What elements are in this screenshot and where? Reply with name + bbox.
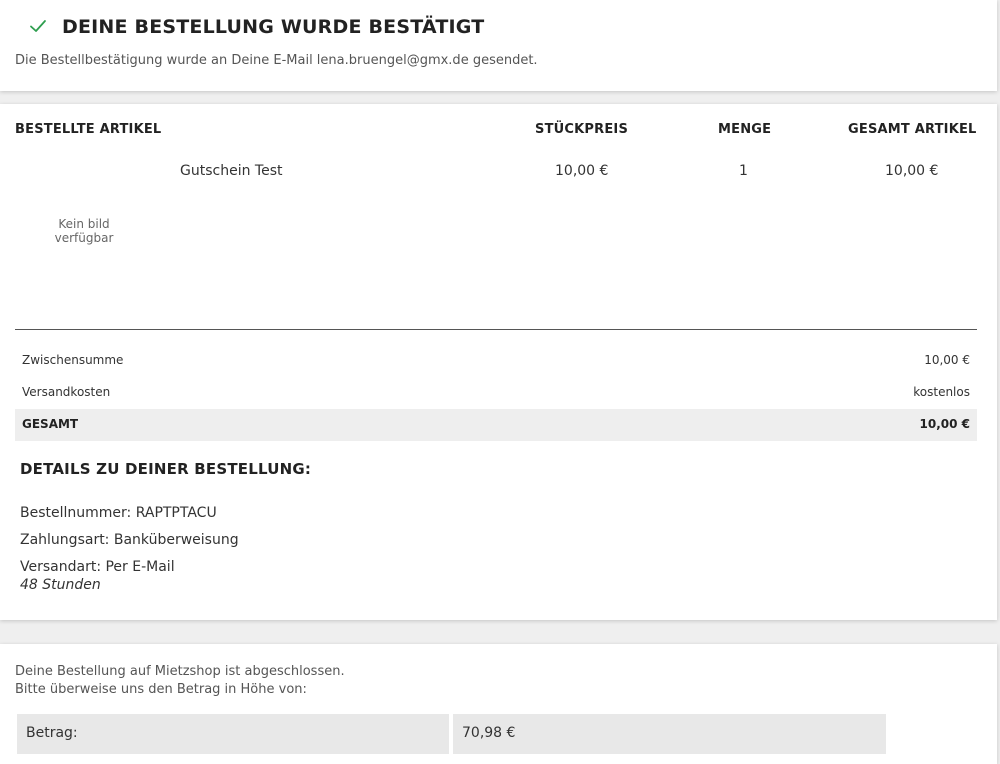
shipping-method: Versandart: Per E-Mail <box>20 559 175 575</box>
product-name: Gutschein Test <box>180 163 283 179</box>
order-card: BESTELLTE ARTIKEL STÜCKPREIS MENGE GESAM… <box>0 104 997 620</box>
amount-value-cell: 70,98 € <box>453 714 886 754</box>
subtotal-label: Zwischensumme <box>22 353 124 367</box>
subtotal-value: 10,00 € <box>924 353 970 367</box>
transfer-instruction-text: Bitte überweise uns den Betrag in Höhe v… <box>15 682 307 697</box>
shipping-value: kostenlos <box>913 385 970 399</box>
confirmation-subtitle: Die Bestellbestätigung wurde an Deine E-… <box>15 53 538 68</box>
confirmation-card: DEINE BESTELLUNG WURDE BESTÄTIGT Die Bes… <box>0 0 997 91</box>
shipping-duration: 48 Stunden <box>20 577 101 593</box>
details-heading: DETAILS ZU DEINER BESTELLUNG: <box>20 460 312 478</box>
amount-label: Betrag: <box>26 725 78 741</box>
header-quantity: MENGE <box>718 122 772 137</box>
subtotal-row: Zwischensumme 10,00 € <box>15 345 977 377</box>
product-image-placeholder: Kein bild verfügbar <box>54 217 114 245</box>
product-quantity: 1 <box>739 163 748 179</box>
table-divider <box>15 329 977 330</box>
amount-value: 70,98 € <box>462 725 516 741</box>
payment-method: Zahlungsart: Banküberweisung <box>20 532 239 548</box>
payment-info-card: Deine Bestellung auf Mietzshop ist abges… <box>0 644 997 764</box>
order-number: Bestellnummer: RAPTPTACU <box>20 505 217 521</box>
product-total: 10,00 € <box>885 163 939 179</box>
confirmation-title: DEINE BESTELLUNG WURDE BESTÄTIGT <box>62 16 485 38</box>
header-item-total: GESAMT ARTIKEL <box>848 122 977 137</box>
checkmark-icon <box>30 20 46 32</box>
total-row: GESAMT 10,00 € <box>15 409 977 441</box>
header-unit-price: STÜCKPREIS <box>535 122 629 137</box>
total-label: GESAMT <box>22 417 79 431</box>
total-value: 10,00 € <box>919 417 970 431</box>
header-ordered-items: BESTELLTE ARTIKEL <box>15 122 162 137</box>
shipping-label: Versandkosten <box>22 385 111 399</box>
product-unit-price: 10,00 € <box>555 163 609 179</box>
amount-label-cell: Betrag: <box>17 714 449 754</box>
shipping-row: Versandkosten kostenlos <box>15 377 977 409</box>
order-complete-text: Deine Bestellung auf Mietzshop ist abges… <box>15 664 345 679</box>
